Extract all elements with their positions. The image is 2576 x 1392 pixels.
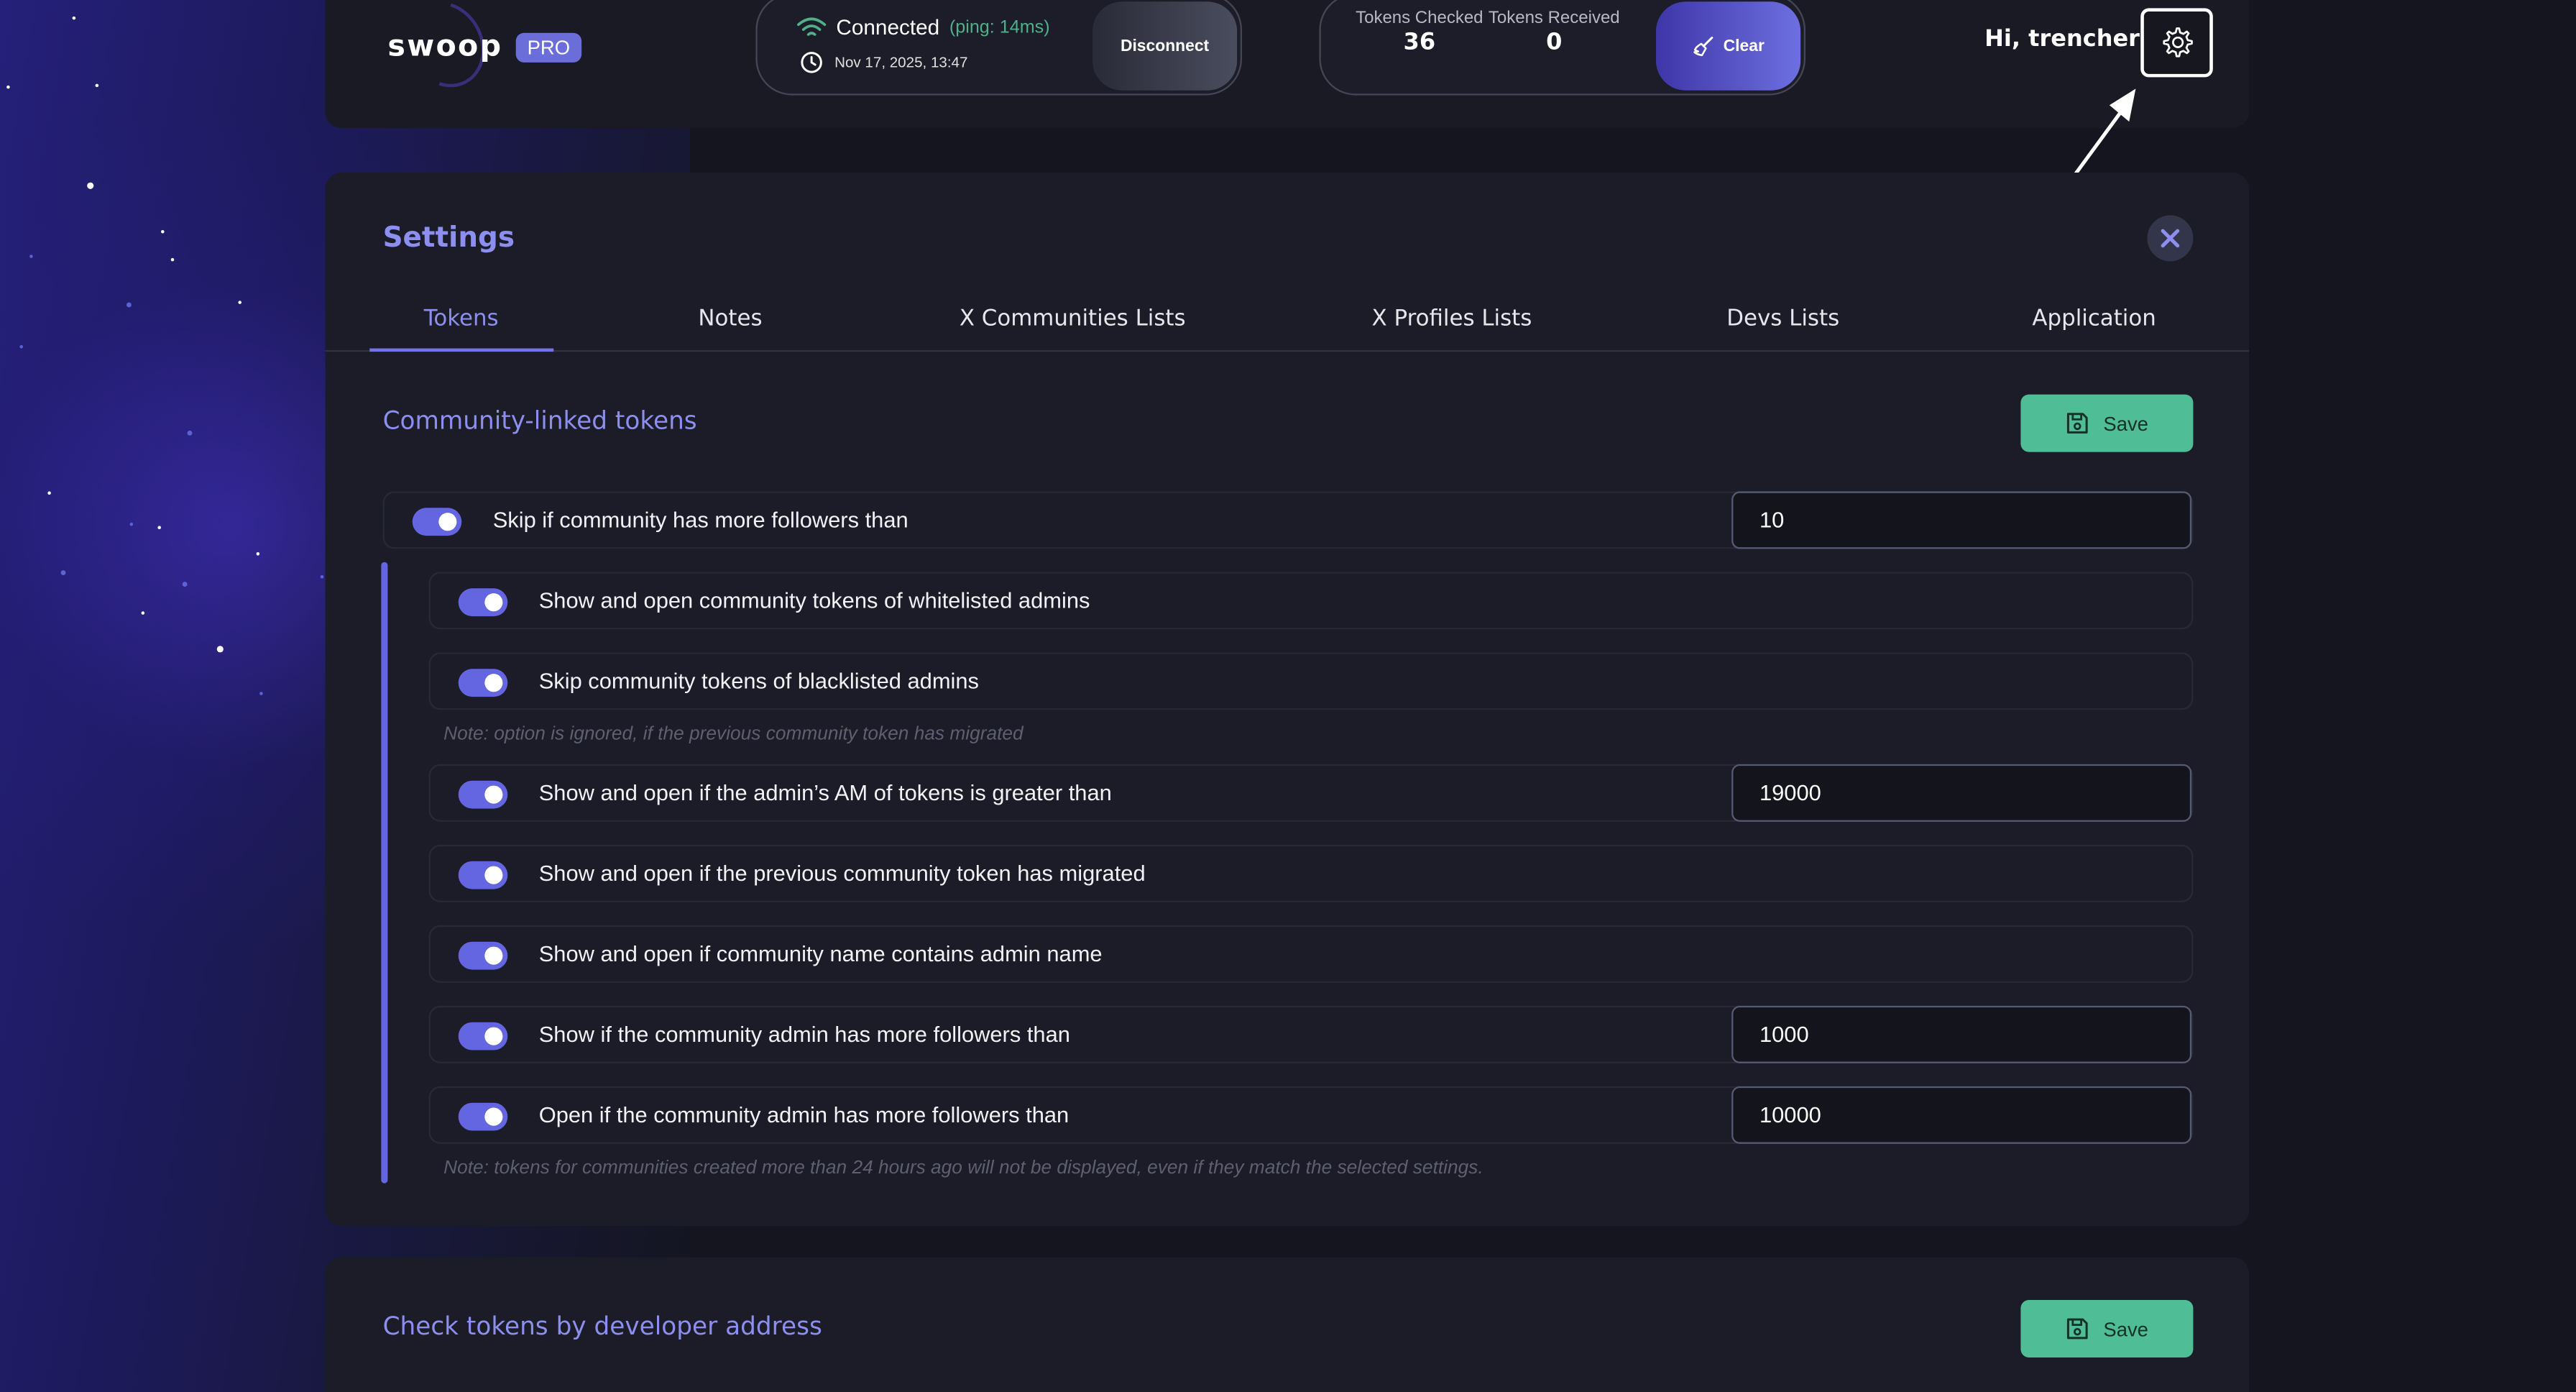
connection-label: Connected [836,14,940,40]
gear-icon [2163,27,2193,58]
nested-options-indicator [381,562,388,1183]
note-migrated: Note: option is ignored, if the previous… [443,724,1024,745]
settings-title: Settings [382,221,515,255]
toggle-blacklisted-admins[interactable] [458,669,508,697]
option-label: Open if the community admin has more fol… [538,1102,1070,1127]
clear-button[interactable]: Clear [1655,1,1801,91]
tokens-received-value: 0 [1546,29,1563,56]
settings-button[interactable] [2140,8,2213,78]
save-community-button[interactable]: Save [2020,394,2194,452]
option-row-blacklisted-admins: Skip community tokens of blacklisted adm… [428,652,2194,710]
toggle-previous-migrated[interactable] [458,861,508,889]
option-label: Skip community tokens of blacklisted adm… [538,669,979,694]
option-row-name-contains-admin: Show and open if community name contains… [428,925,2194,983]
option-row-previous-migrated: Show and open if the previous community … [428,844,2194,902]
open-admin-followers-input[interactable] [1731,1086,2192,1144]
tab-x-communities-lists[interactable]: X Communities Lists [960,306,1186,332]
save-icon [2067,413,2089,434]
tokens-checked-label: Tokens Checked [1356,8,1484,28]
option-label: Show and open if the previous community … [538,861,1146,886]
connection-status-panel: Connected (ping: 14ms) Nov 17, 2025, 13:… [755,0,1242,96]
tokens-received-counter: Tokens Received 0 [1489,8,1620,55]
tab-tokens[interactable]: Tokens [424,306,499,332]
wifi-icon [797,17,827,35]
clock-icon [801,52,822,73]
datetime-text: Nov 17, 2025, 13:47 [834,54,968,71]
skip-followers-input[interactable] [1731,491,2192,549]
tokens-received-label: Tokens Received [1488,8,1620,28]
admin-am-tokens-input[interactable] [1731,764,2192,822]
toggle-skip-followers[interactable] [412,508,462,536]
option-label: Show and open if the admin’s AM of token… [538,780,1112,805]
option-label: Show and open if community name contains… [538,941,1103,966]
header-bar [325,0,2250,129]
connection-time: Nov 17, 2025, 13:47 [800,51,967,74]
user-greeting: Hi, trencher! [1984,26,2150,53]
note-24-hours: Note: tokens for communities created mor… [443,1158,1484,1178]
save-button-label: Save [2103,411,2148,435]
community-section-title: Community-linked tokens [382,406,697,436]
save-developer-button[interactable]: Save [2020,1299,2194,1357]
tab-application[interactable]: Application [2032,306,2156,332]
app-root: swoop PRO Connected (ping: 14ms) Nov 17,… [0,0,2576,1392]
close-icon [2161,229,2180,248]
option-label: Skip if community has more followers tha… [492,508,908,533]
tokens-checked-counter: Tokens Checked 36 [1353,8,1485,55]
app-logo[interactable]: swoop PRO [387,29,582,65]
option-label: Show if the community admin has more fol… [538,1022,1070,1047]
clear-button-label: Clear [1723,37,1765,55]
close-settings-button[interactable] [2147,215,2194,262]
toggle-whitelisted-admins[interactable] [458,588,508,617]
broom-icon [1693,35,1714,55]
tab-x-profiles-lists[interactable]: X Profiles Lists [1372,306,1532,332]
toggle-admin-am-tokens[interactable] [458,780,508,809]
pro-badge: PRO [515,32,582,62]
developer-section-title: Check tokens by developer address [382,1311,822,1342]
settings-tabs: Tokens Notes X Communities Lists X Profi… [325,289,2250,352]
connection-status: Connected (ping: 14ms) [797,15,1050,40]
option-label: Show and open community tokens of whitel… [538,588,1090,613]
tab-notes[interactable]: Notes [698,306,762,332]
tab-devs-lists[interactable]: Devs Lists [1726,306,1839,332]
ping-value: (ping: 14ms) [949,17,1050,37]
logo-text: swoop [387,29,503,65]
active-tab-indicator [369,348,554,352]
toggle-show-admin-followers[interactable] [458,1022,508,1050]
disconnect-button[interactable]: Disconnect [1092,1,1238,91]
toggle-open-admin-followers[interactable] [458,1102,508,1131]
save-button-label: Save [2103,1317,2148,1340]
option-row-whitelisted-admins: Show and open community tokens of whitel… [428,572,2194,630]
token-counters-panel: Tokens Checked 36 Tokens Received 0 Clea… [1319,0,1806,96]
tokens-checked-value: 36 [1403,29,1436,56]
show-admin-followers-input[interactable] [1731,1005,2192,1063]
toggle-name-contains-admin[interactable] [458,941,508,970]
save-icon [2067,1318,2089,1340]
